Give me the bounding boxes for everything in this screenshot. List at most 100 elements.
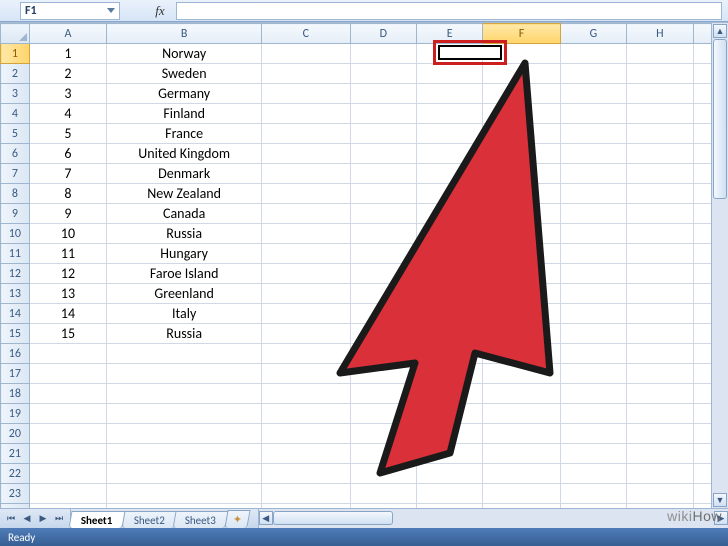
cell-B1[interactable]: Norway (107, 44, 262, 64)
cell-G14[interactable] (560, 304, 626, 324)
cell-H15[interactable] (627, 324, 693, 344)
cell-G19[interactable] (560, 404, 626, 424)
cell-F4[interactable] (483, 104, 560, 124)
cell-B9[interactable]: Canada (107, 204, 262, 224)
cell-B16[interactable] (107, 344, 262, 364)
row-header[interactable]: 14 (1, 304, 30, 324)
row-header[interactable]: 12 (1, 264, 30, 284)
row-header[interactable]: 11 (1, 244, 30, 264)
cell-C16[interactable] (262, 344, 351, 364)
cell-B21[interactable] (107, 444, 262, 464)
cell-C15[interactable] (262, 324, 351, 344)
cell-F23[interactable] (483, 484, 560, 504)
cell-H4[interactable] (627, 104, 693, 124)
cell-H20[interactable] (627, 424, 693, 444)
cell-A19[interactable] (29, 404, 106, 424)
cell-C1[interactable] (262, 44, 351, 64)
cell-G22[interactable] (560, 464, 626, 484)
column-header-H[interactable]: H (627, 24, 693, 44)
cell-E15[interactable] (416, 324, 482, 344)
cell-G24[interactable] (560, 504, 626, 509)
cell-D22[interactable] (350, 464, 416, 484)
cell-G18[interactable] (560, 384, 626, 404)
row-header[interactable]: 17 (1, 364, 30, 384)
cell-C4[interactable] (262, 104, 351, 124)
cell-B18[interactable] (107, 384, 262, 404)
row-header[interactable]: 3 (1, 84, 30, 104)
column-header-E[interactable]: E (416, 24, 482, 44)
row-header[interactable]: 1 (1, 44, 30, 64)
cell-C5[interactable] (262, 124, 351, 144)
name-box[interactable]: F1 (20, 2, 120, 20)
cell-D7[interactable] (350, 164, 416, 184)
cell-H1[interactable] (627, 44, 693, 64)
cell-F24[interactable] (483, 504, 560, 509)
cell-H5[interactable] (627, 124, 693, 144)
cell-B7[interactable]: Denmark (107, 164, 262, 184)
cell-G2[interactable] (560, 64, 626, 84)
row-header[interactable]: 5 (1, 124, 30, 144)
cell-G13[interactable] (560, 284, 626, 304)
formula-input[interactable] (176, 2, 722, 20)
cell-H24[interactable] (627, 504, 693, 509)
cell-E2[interactable] (416, 64, 482, 84)
cell-B13[interactable]: Greenland (107, 284, 262, 304)
cell-D8[interactable] (350, 184, 416, 204)
cell-A10[interactable]: 10 (29, 224, 106, 244)
new-sheet-button[interactable]: ✦ (225, 510, 251, 528)
cell-C24[interactable] (262, 504, 351, 509)
cell-F21[interactable] (483, 444, 560, 464)
cell-F20[interactable] (483, 424, 560, 444)
cell-G10[interactable] (560, 224, 626, 244)
sheet-nav-button[interactable]: ⏮ (4, 512, 18, 526)
cell-A7[interactable]: 7 (29, 164, 106, 184)
cell-C18[interactable] (262, 384, 351, 404)
cell-C2[interactable] (262, 64, 351, 84)
cell-D9[interactable] (350, 204, 416, 224)
cell-H16[interactable] (627, 344, 693, 364)
row-header[interactable]: 8 (1, 184, 30, 204)
cell-E10[interactable] (416, 224, 482, 244)
cell-G6[interactable] (560, 144, 626, 164)
cell-G20[interactable] (560, 424, 626, 444)
cell-H7[interactable] (627, 164, 693, 184)
cell-D2[interactable] (350, 64, 416, 84)
cell-H8[interactable] (627, 184, 693, 204)
cell-F22[interactable] (483, 464, 560, 484)
column-header-C[interactable]: C (262, 24, 351, 44)
cell-H21[interactable] (627, 444, 693, 464)
cell-H3[interactable] (627, 84, 693, 104)
cell-B11[interactable]: Hungary (107, 244, 262, 264)
cell-A2[interactable]: 2 (29, 64, 106, 84)
cell-E1[interactable] (416, 44, 482, 64)
cell-D18[interactable] (350, 384, 416, 404)
cell-C22[interactable] (262, 464, 351, 484)
cell-A20[interactable] (29, 424, 106, 444)
worksheet-grid[interactable]: ABCDEFGHI 11Norway22Sweden33Germany44Fin… (0, 22, 728, 508)
cell-H14[interactable] (627, 304, 693, 324)
cell-H18[interactable] (627, 384, 693, 404)
cell-H22[interactable] (627, 464, 693, 484)
sheet-tab-sheet3[interactable]: Sheet3 (173, 511, 229, 528)
chevron-down-icon[interactable] (107, 8, 115, 13)
vertical-scroll-thumb[interactable] (713, 39, 727, 199)
row-header[interactable]: 9 (1, 204, 30, 224)
cell-D1[interactable] (350, 44, 416, 64)
cell-D10[interactable] (350, 224, 416, 244)
scroll-down-arrow-icon[interactable]: ▼ (713, 493, 727, 507)
cell-E9[interactable] (416, 204, 482, 224)
row-header[interactable]: 15 (1, 324, 30, 344)
cell-B20[interactable] (107, 424, 262, 444)
cell-H23[interactable] (627, 484, 693, 504)
cell-E4[interactable] (416, 104, 482, 124)
cell-G4[interactable] (560, 104, 626, 124)
cell-C19[interactable] (262, 404, 351, 424)
cell-D13[interactable] (350, 284, 416, 304)
cell-G1[interactable] (560, 44, 626, 64)
cell-H9[interactable] (627, 204, 693, 224)
cell-F9[interactable] (483, 204, 560, 224)
cell-C8[interactable] (262, 184, 351, 204)
cell-F17[interactable] (483, 364, 560, 384)
cell-G3[interactable] (560, 84, 626, 104)
cell-G11[interactable] (560, 244, 626, 264)
